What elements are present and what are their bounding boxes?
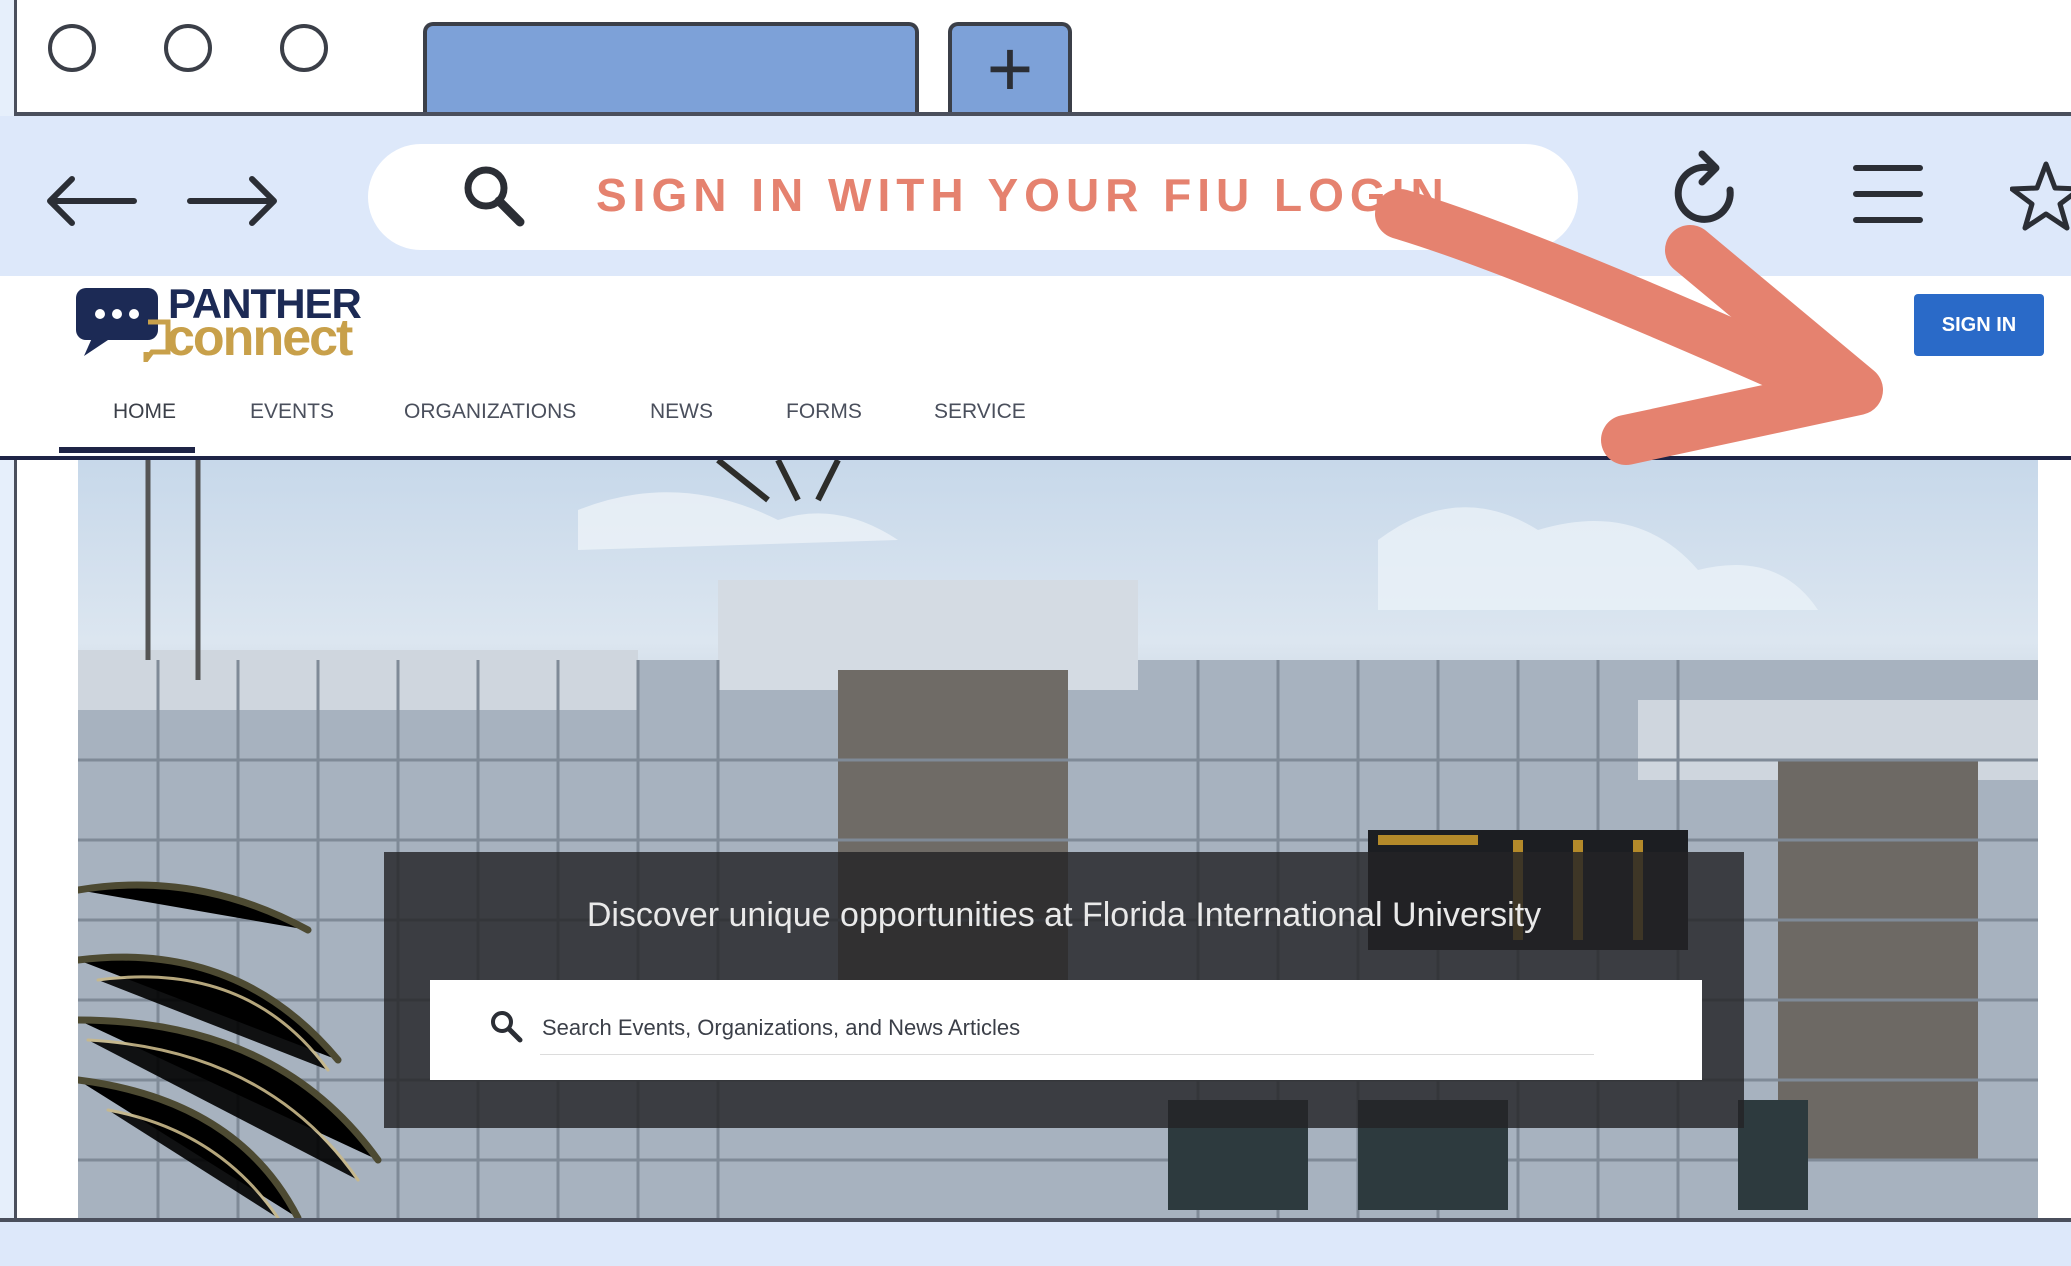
window-maximize-button[interactable] — [280, 24, 328, 72]
nav-home[interactable]: HOME — [113, 400, 176, 424]
new-tab-button[interactable]: + — [948, 22, 1072, 112]
address-bar[interactable]: SIGN IN WITH YOUR FIU LOGIN — [368, 144, 1578, 250]
sign-in-button[interactable]: SIGN IN — [1914, 294, 2044, 356]
hero-headline: Discover unique opportunities at Florida… — [586, 896, 1542, 934]
window-close-button[interactable] — [48, 24, 96, 72]
active-nav-indicator — [59, 447, 195, 453]
nav-events[interactable]: EVENTS — [250, 400, 334, 424]
nav-news[interactable]: NEWS — [650, 400, 713, 424]
address-bar-text: SIGN IN WITH YOUR FIU LOGIN — [596, 169, 1450, 221]
bookmark-button[interactable] — [2009, 158, 2071, 239]
search-icon — [464, 166, 525, 227]
window-minimize-button[interactable] — [164, 24, 212, 72]
hero-search-input[interactable] — [540, 1002, 1594, 1055]
nav-organizations[interactable]: ORGANIZATIONS — [404, 400, 576, 424]
nav-forms[interactable]: FORMS — [786, 400, 862, 424]
star-icon — [2009, 161, 2071, 231]
plus-icon: + — [986, 24, 1034, 113]
refresh-button[interactable] — [1672, 150, 1748, 245]
refresh-icon — [1674, 150, 1734, 223]
browser-bottom-bar — [0, 1218, 2071, 1266]
menu-button[interactable] — [1852, 162, 1924, 231]
browser-tab-active[interactable] — [423, 22, 919, 112]
hamburger-menu-icon — [1853, 165, 1923, 223]
nav-service[interactable]: SERVICE — [934, 400, 1026, 424]
arrow-left-icon — [47, 176, 137, 226]
hero-search-box[interactable] — [430, 980, 1702, 1080]
forward-button[interactable] — [186, 150, 282, 246]
arrow-right-icon — [187, 176, 277, 226]
back-button[interactable] — [42, 150, 138, 246]
search-icon — [491, 1011, 523, 1043]
logo-text-connect: connect — [166, 309, 353, 367]
